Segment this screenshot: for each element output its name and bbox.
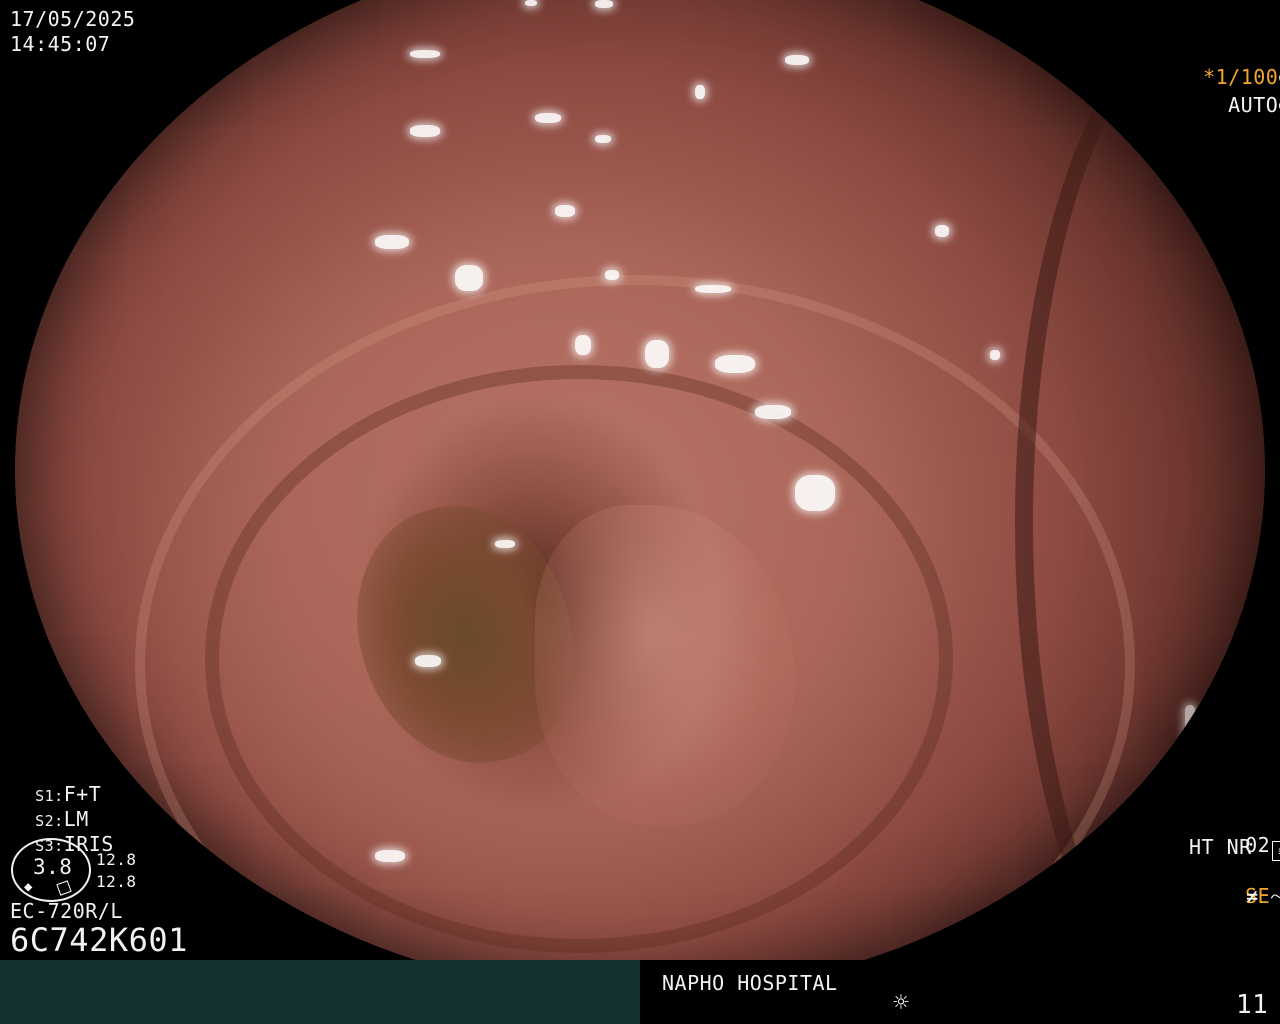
exposure-mode: AUTO⊚ xyxy=(1203,69,1280,117)
gauge-value: 3.8 xyxy=(33,855,73,879)
glare-highlight xyxy=(755,405,791,419)
time-label: 14:45:07 xyxy=(10,32,111,56)
glare-highlight xyxy=(595,0,613,8)
ht-nr-status: HT NR xyxy=(1189,835,1252,859)
glare-highlight xyxy=(645,340,669,368)
glare-highlight xyxy=(990,350,1000,360)
glare-highlight xyxy=(695,85,705,99)
exposure-mode-value: AUTO xyxy=(1228,93,1279,117)
glare-highlight xyxy=(695,285,731,293)
glare-highlight xyxy=(935,225,949,237)
enhance-icon: ⤳ xyxy=(1270,884,1280,908)
glare-highlight xyxy=(495,540,515,548)
frame-number: 11 xyxy=(1236,990,1269,1020)
glare-highlight xyxy=(535,113,561,123)
not-equal-icon: ≠ xyxy=(1246,884,1259,908)
glare-highlight xyxy=(1185,705,1195,765)
glare-highlight xyxy=(715,355,755,373)
glare-highlight xyxy=(375,850,405,862)
glare-highlight xyxy=(525,0,537,6)
glare-highlight xyxy=(605,270,619,280)
settings-sliders-icon: ≡ xyxy=(1272,841,1280,861)
date-label: 17/05/2025 xyxy=(10,7,136,31)
endoscope-view xyxy=(15,0,1265,995)
glare-highlight xyxy=(555,205,575,217)
glare-highlight xyxy=(455,265,483,291)
gauge-upper: 12.8 xyxy=(96,850,137,869)
glare-highlight xyxy=(595,135,611,143)
glare-highlight xyxy=(795,475,835,511)
glare-highlight xyxy=(785,55,809,65)
glare-highlight xyxy=(410,50,440,58)
glare-highlight xyxy=(410,125,440,137)
tool-icon: ◆ xyxy=(24,879,33,895)
scope-model: EC-720R/L xyxy=(10,899,123,923)
sun-icon: ☼ xyxy=(893,988,909,1018)
scope-serial: 6C742K601 xyxy=(10,921,188,959)
glare-highlight xyxy=(375,235,409,249)
glare-highlight xyxy=(415,655,441,667)
hospital-name: NAPHO HOSPITAL xyxy=(662,971,838,995)
glare-highlight xyxy=(575,335,591,355)
gauge-lower: 12.8 xyxy=(96,872,137,891)
